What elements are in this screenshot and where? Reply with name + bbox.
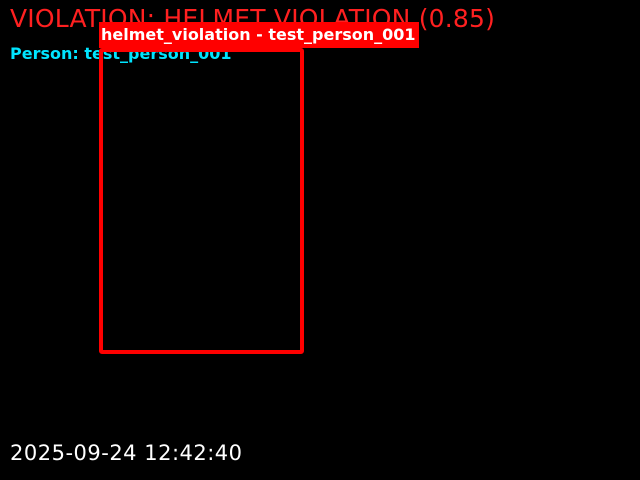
video-frame: VIOLATION: HELMET VIOLATION (0.85) Perso… — [0, 0, 640, 480]
detection-bounding-box — [99, 48, 304, 354]
timestamp-text: 2025-09-24 12:42:40 — [10, 441, 243, 465]
detection-label: helmet_violation - test_person_001 — [99, 22, 419, 48]
